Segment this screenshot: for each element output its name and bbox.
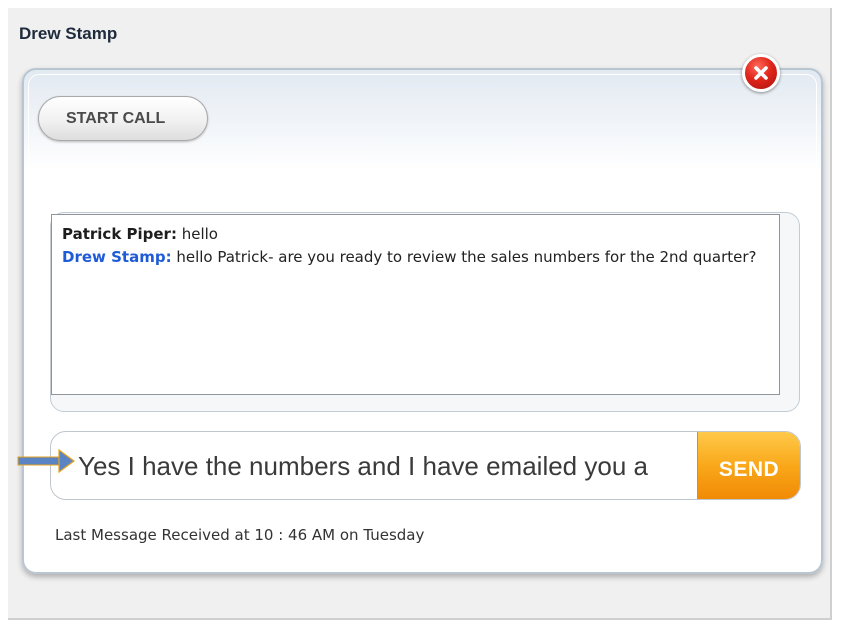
chat-log[interactable]: Patrick Piper: hello Drew Stamp: hello P… bbox=[51, 214, 780, 395]
start-call-button[interactable]: START CALL bbox=[38, 96, 208, 141]
close-button[interactable] bbox=[742, 54, 780, 92]
arrow-right-icon bbox=[17, 449, 75, 473]
message-sender: Patrick Piper: bbox=[62, 225, 177, 243]
message-text: hello bbox=[176, 225, 218, 243]
last-message-status: Last Message Received at 10 : 46 AM on T… bbox=[55, 526, 425, 544]
message-input[interactable] bbox=[78, 440, 678, 492]
close-icon bbox=[754, 66, 768, 80]
window-title: Drew Stamp bbox=[19, 24, 118, 43]
chat-message: Patrick Piper: hello bbox=[62, 223, 769, 246]
message-sender: Drew Stamp: bbox=[62, 248, 172, 266]
chat-message: Drew Stamp: hello Patrick- are you ready… bbox=[62, 246, 769, 269]
send-button[interactable]: SEND bbox=[697, 432, 800, 499]
message-text: hello Patrick- are you ready to review t… bbox=[171, 248, 757, 266]
